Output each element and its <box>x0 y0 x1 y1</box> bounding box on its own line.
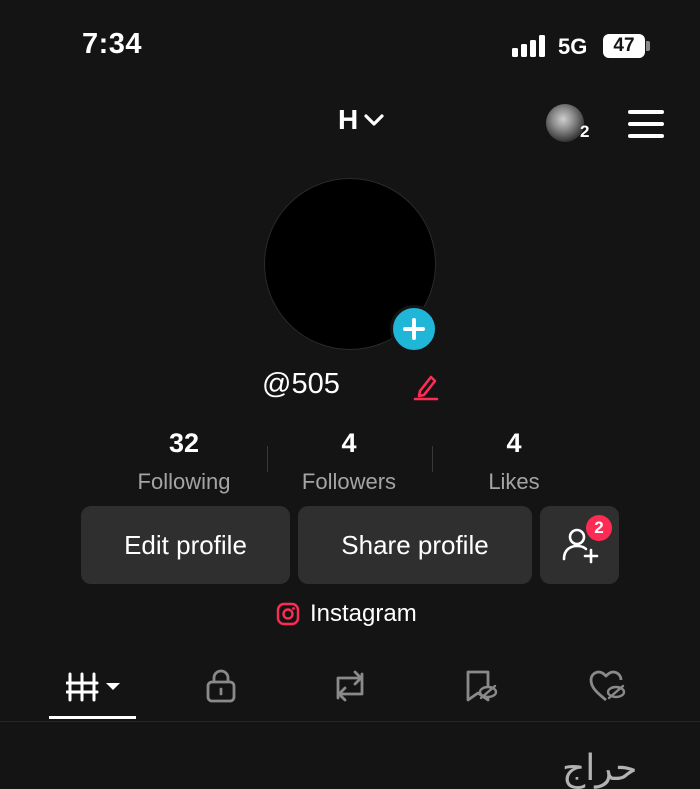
stat-value: 4 <box>341 428 357 458</box>
plus-icon <box>403 318 425 340</box>
grid-icon <box>65 672 120 702</box>
instagram-icon <box>276 602 300 626</box>
profile-handle: @505 <box>262 368 340 400</box>
instagram-link[interactable]: Instagram <box>276 600 417 628</box>
lock-icon <box>206 669 236 703</box>
stat-label: Followers <box>301 469 397 494</box>
tab-videos[interactable] <box>65 670 126 709</box>
add-photo-button[interactable] <box>390 305 438 353</box>
heart-hidden-icon <box>589 670 626 702</box>
stat-followers[interactable]: 4 Followers <box>269 428 429 495</box>
battery-icon: 47 <box>603 34 645 58</box>
stat-divider <box>432 446 433 472</box>
stat-label: Likes <box>488 469 540 494</box>
edit-pen-icon[interactable] <box>412 371 440 401</box>
stat-value: 4 <box>506 428 522 458</box>
tab-liked[interactable] <box>588 668 628 709</box>
friends-avatar-icon[interactable] <box>546 104 584 142</box>
status-time: 7:34 <box>82 28 143 60</box>
notification-badge: 2 <box>586 515 612 541</box>
chevron-down-icon <box>364 114 384 126</box>
stat-label: Following <box>137 469 231 494</box>
tabs-divider <box>0 721 700 722</box>
signal-icon <box>512 35 548 57</box>
stat-value: 32 <box>168 428 200 458</box>
watermark-logo: حراج <box>562 748 638 789</box>
menu-icon[interactable] <box>628 110 664 138</box>
bookmark-hidden-icon <box>466 670 498 702</box>
tab-private[interactable] <box>204 668 238 709</box>
friends-count: 2 <box>580 122 590 141</box>
stat-likes[interactable]: 4 Likes <box>434 428 594 495</box>
edit-profile-button[interactable]: Edit profile <box>81 506 290 584</box>
instagram-label: Instagram <box>310 600 417 627</box>
share-profile-button[interactable]: Share profile <box>298 506 532 584</box>
battery-level: 47 <box>613 35 635 56</box>
stat-following[interactable]: 32 Following <box>104 428 264 495</box>
tab-favorites[interactable] <box>463 668 499 709</box>
stat-divider <box>267 446 268 472</box>
account-switcher[interactable]: H <box>338 104 384 136</box>
battery-tip <box>646 41 650 51</box>
network-type: 5G <box>558 34 588 59</box>
tab-reposts[interactable] <box>330 668 370 709</box>
repost-icon <box>336 670 364 702</box>
account-name: H <box>338 104 359 135</box>
tab-active-indicator <box>49 716 136 719</box>
